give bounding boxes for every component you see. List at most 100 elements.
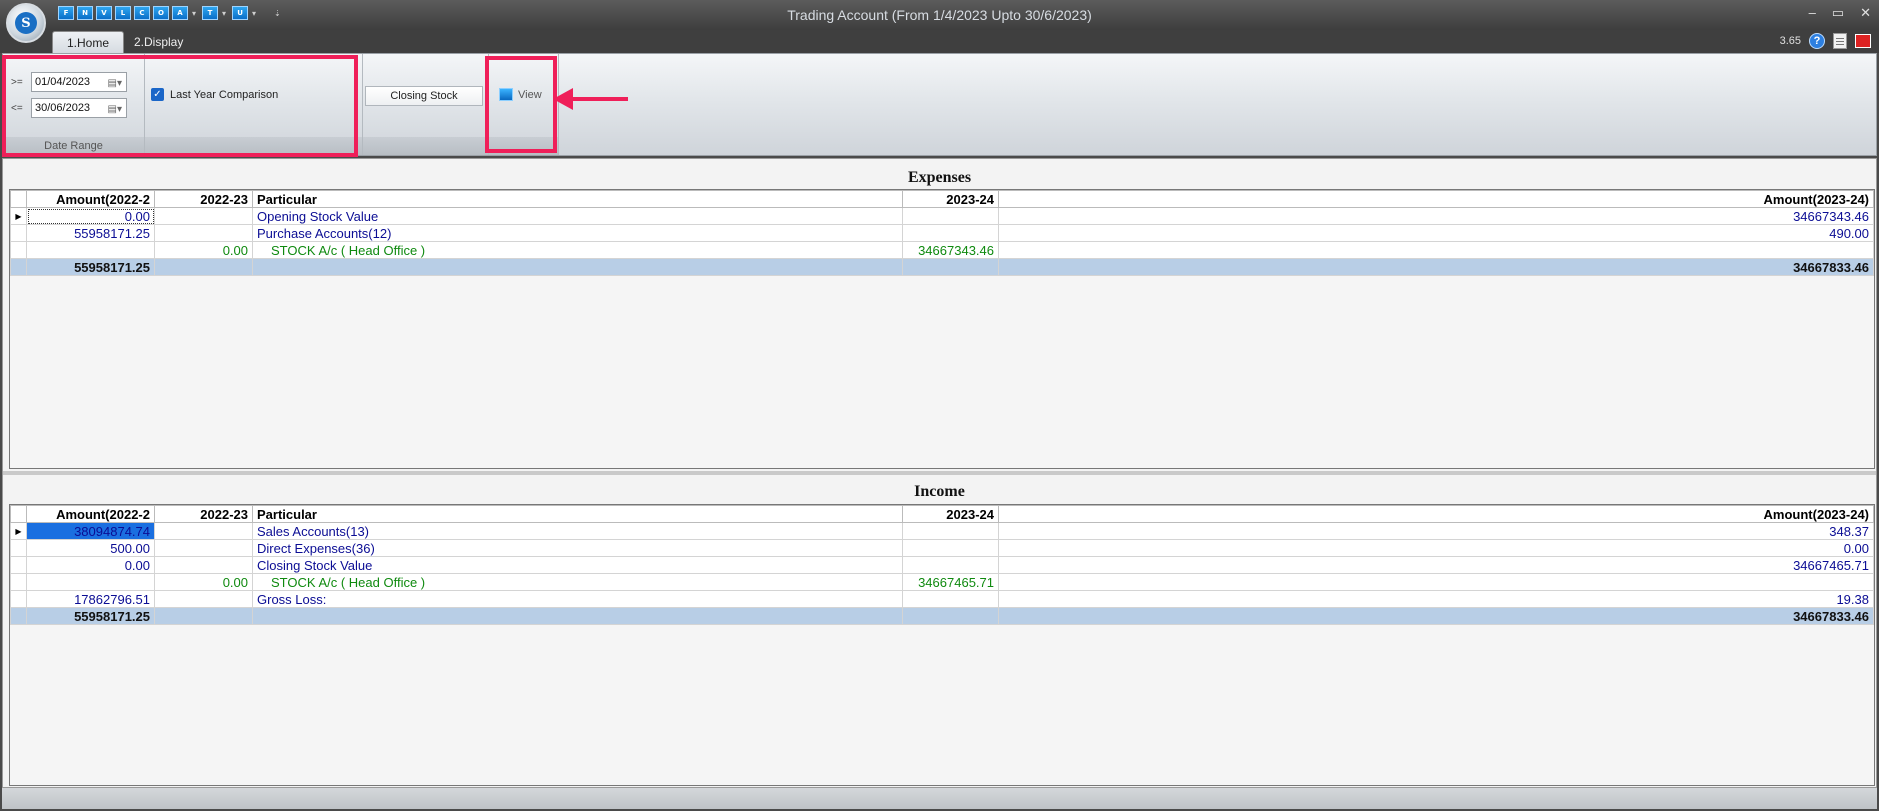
sub-prev-cell[interactable] xyxy=(154,556,253,574)
particular-cell[interactable]: STOCK A/c ( Head Office ) xyxy=(252,573,903,591)
closing-stock-group-label xyxy=(363,137,488,155)
column-header-prev-year[interactable]: 2022-23 xyxy=(154,505,253,523)
amount-curr-cell[interactable]: 19.38 xyxy=(998,590,1874,608)
sub-prev-cell[interactable] xyxy=(154,522,253,540)
amount-prev-cell[interactable] xyxy=(26,573,155,591)
pointer-arrow-icon xyxy=(553,88,573,110)
table-row[interactable]: 500.00 Direct Expenses(36) 0.00 xyxy=(10,539,1874,557)
amount-prev-cell[interactable] xyxy=(26,241,155,259)
total-empty-cell xyxy=(252,258,903,276)
window-title: Trading Account (From 1/4/2023 Upto 30/6… xyxy=(787,7,1092,23)
row-header xyxy=(10,590,27,608)
amount-curr-cell[interactable]: 34667465.71 xyxy=(998,556,1874,574)
help-icon[interactable]: ? xyxy=(1809,33,1825,49)
column-header-amount-prev[interactable]: Amount(2022-2 xyxy=(26,505,155,523)
particular-cell[interactable]: Closing Stock Value xyxy=(252,556,903,574)
closing-stock-button[interactable]: Closing Stock xyxy=(365,86,483,106)
sub-prev-cell[interactable]: 0.00 xyxy=(154,241,253,259)
window-controls: – ▭ ✕ xyxy=(1809,5,1871,21)
app-logo[interactable]: S xyxy=(6,3,46,43)
sub-prev-cell[interactable] xyxy=(154,224,253,242)
amount-prev-cell[interactable]: 0.00 xyxy=(26,556,155,574)
amount-curr-cell[interactable]: 34667343.46 xyxy=(998,207,1874,225)
sub-curr-cell[interactable] xyxy=(902,224,999,242)
expenses-grid[interactable]: Amount(2022-2 2022-23 Particular 2023-24… xyxy=(9,189,1875,469)
income-grid[interactable]: Amount(2022-2 2022-23 Particular 2023-24… xyxy=(9,504,1875,786)
sub-prev-cell[interactable] xyxy=(154,207,253,225)
panel-splitter[interactable] xyxy=(3,471,1876,475)
total-amount-prev: 55958171.25 xyxy=(26,258,155,276)
column-header-amount-prev[interactable]: Amount(2022-2 xyxy=(26,190,155,208)
amount-prev-cell[interactable]: 55958171.25 xyxy=(26,224,155,242)
particular-cell[interactable]: Gross Loss: xyxy=(252,590,903,608)
row-header xyxy=(10,607,27,625)
sub-prev-cell[interactable] xyxy=(154,590,253,608)
row-header xyxy=(10,556,27,574)
app-logo-icon: S xyxy=(15,12,37,34)
amount-curr-cell[interactable] xyxy=(998,241,1874,259)
table-row[interactable]: 0.00 STOCK A/c ( Head Office ) 34667465.… xyxy=(10,573,1874,591)
amount-prev-cell[interactable]: 500.00 xyxy=(26,539,155,557)
maximize-button[interactable]: ▭ xyxy=(1832,5,1844,21)
sub-curr-cell[interactable]: 34667465.71 xyxy=(902,573,999,591)
sub-curr-cell[interactable]: 34667343.46 xyxy=(902,241,999,259)
minimize-button[interactable]: – xyxy=(1809,5,1816,21)
income-table: Amount(2022-2 2022-23 Particular 2023-24… xyxy=(10,505,1874,625)
total-empty-cell xyxy=(252,607,903,625)
column-header-prev-year[interactable]: 2022-23 xyxy=(154,190,253,208)
version-label: 3.65 xyxy=(1779,35,1801,47)
particular-cell[interactable]: Purchase Accounts(12) xyxy=(252,224,903,242)
total-empty-cell xyxy=(902,258,999,276)
total-empty-cell xyxy=(154,607,253,625)
particular-cell[interactable]: Sales Accounts(13) xyxy=(252,522,903,540)
row-header xyxy=(10,224,27,242)
total-empty-cell xyxy=(154,258,253,276)
table-row[interactable]: ▶ 0.00 Opening Stock Value 34667343.46 xyxy=(10,207,1874,225)
current-row-indicator-icon: ▶ xyxy=(10,207,27,225)
amount-curr-cell[interactable]: 348.37 xyxy=(998,522,1874,540)
column-header-amount-curr[interactable]: Amount(2023-24) xyxy=(998,190,1874,208)
amount-curr-cell[interactable]: 490.00 xyxy=(998,224,1874,242)
tab-home[interactable]: 1.Home xyxy=(52,31,125,53)
close-button[interactable]: ✕ xyxy=(1860,5,1871,21)
sub-curr-cell[interactable] xyxy=(902,539,999,557)
table-row[interactable]: ▶ 38094874.74 Sales Accounts(13) 348.37 xyxy=(10,522,1874,540)
sub-curr-cell[interactable] xyxy=(902,522,999,540)
table-row[interactable]: 0.00 STOCK A/c ( Head Office ) 34667343.… xyxy=(10,241,1874,259)
column-header-curr-year[interactable]: 2023-24 xyxy=(902,190,999,208)
view-highlight xyxy=(485,56,557,153)
sub-curr-cell[interactable] xyxy=(902,556,999,574)
sub-curr-cell[interactable] xyxy=(902,207,999,225)
total-amount-curr: 34667833.46 xyxy=(998,258,1874,276)
flag-icon[interactable] xyxy=(1855,34,1871,48)
amount-prev-cell[interactable]: 17862796.51 xyxy=(26,590,155,608)
table-row[interactable]: 0.00 Closing Stock Value 34667465.71 xyxy=(10,556,1874,574)
row-header xyxy=(10,539,27,557)
table-row[interactable]: 17862796.51 Gross Loss: 19.38 xyxy=(10,590,1874,608)
particular-cell[interactable]: Direct Expenses(36) xyxy=(252,539,903,557)
particular-cell[interactable]: Opening Stock Value xyxy=(252,207,903,225)
column-header-curr-year[interactable]: 2023-24 xyxy=(902,505,999,523)
table-row[interactable]: 55958171.25 Purchase Accounts(12) 490.00 xyxy=(10,224,1874,242)
amount-curr-cell[interactable] xyxy=(998,573,1874,591)
income-header-row: Amount(2022-2 2022-23 Particular 2023-24… xyxy=(10,505,1874,523)
column-header-amount-curr[interactable]: Amount(2023-24) xyxy=(998,505,1874,523)
sub-prev-cell[interactable] xyxy=(154,539,253,557)
tab-right-tools: 3.65 ? xyxy=(1780,33,1871,49)
expenses-header-row: Amount(2022-2 2022-23 Particular 2023-24… xyxy=(10,190,1874,208)
row-header xyxy=(10,241,27,259)
expenses-table: Amount(2022-2 2022-23 Particular 2023-24… xyxy=(10,190,1874,276)
column-header-particular[interactable]: Particular xyxy=(252,190,903,208)
tab-display[interactable]: 2.Display xyxy=(120,31,197,53)
amount-curr-cell[interactable]: 0.00 xyxy=(998,539,1874,557)
amount-prev-cell-selected[interactable]: 38094874.74 xyxy=(26,522,155,540)
total-amount-curr: 34667833.46 xyxy=(998,607,1874,625)
row-header-corner xyxy=(10,190,27,208)
column-header-particular[interactable]: Particular xyxy=(252,505,903,523)
document-icon[interactable] xyxy=(1833,33,1847,49)
particular-cell[interactable]: STOCK A/c ( Head Office ) xyxy=(252,241,903,259)
sub-prev-cell[interactable]: 0.00 xyxy=(154,573,253,591)
amount-prev-cell[interactable]: 0.00 xyxy=(26,207,155,225)
row-header xyxy=(10,258,27,276)
sub-curr-cell[interactable] xyxy=(902,590,999,608)
